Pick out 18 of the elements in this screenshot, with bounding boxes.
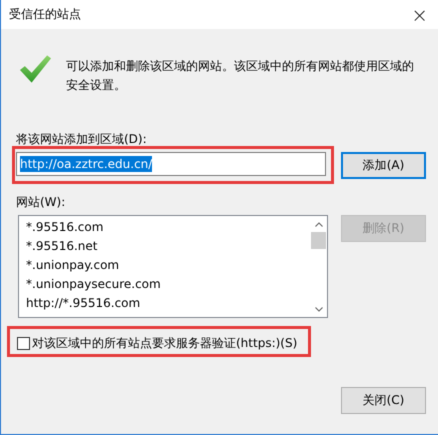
list-item[interactable]: *.95516.com [26, 218, 310, 237]
checkbox[interactable] [17, 337, 30, 350]
close-icon[interactable]: × [407, 4, 432, 24]
url-field[interactable]: http://oa.zztrc.edu.cn/ [16, 152, 326, 176]
list-label: 网站(W): [16, 194, 66, 210]
checkmark-icon [19, 54, 52, 84]
add-button[interactable]: 添加(A) [341, 152, 426, 179]
sites-list[interactable]: *.95516.com *.95516.net *.unionpay.com *.unionpaysecure.com http://*.95516.com [18, 215, 328, 318]
list-item[interactable]: http://*.95516.com [26, 294, 310, 313]
list-item[interactable]: *.95516.net [26, 237, 310, 256]
list-item[interactable]: *.unionpay.com [26, 256, 310, 275]
description-text: 可以添加和删除该区域的网站。该区域中的所有网站都使用区域的安全设置。 [66, 58, 415, 94]
field-label: 将该网站添加到区域(D): [16, 131, 148, 147]
scroll-thumb[interactable] [311, 232, 326, 249]
checkbox-label: 对该区域中的所有站点要求服务器验证(https:)(S) [32, 335, 298, 352]
list-item[interactable]: *.unionpaysecure.com [26, 275, 310, 294]
close-button[interactable]: 关闭(C) [341, 387, 426, 414]
window-title: 受信任的站点 [9, 6, 81, 23]
